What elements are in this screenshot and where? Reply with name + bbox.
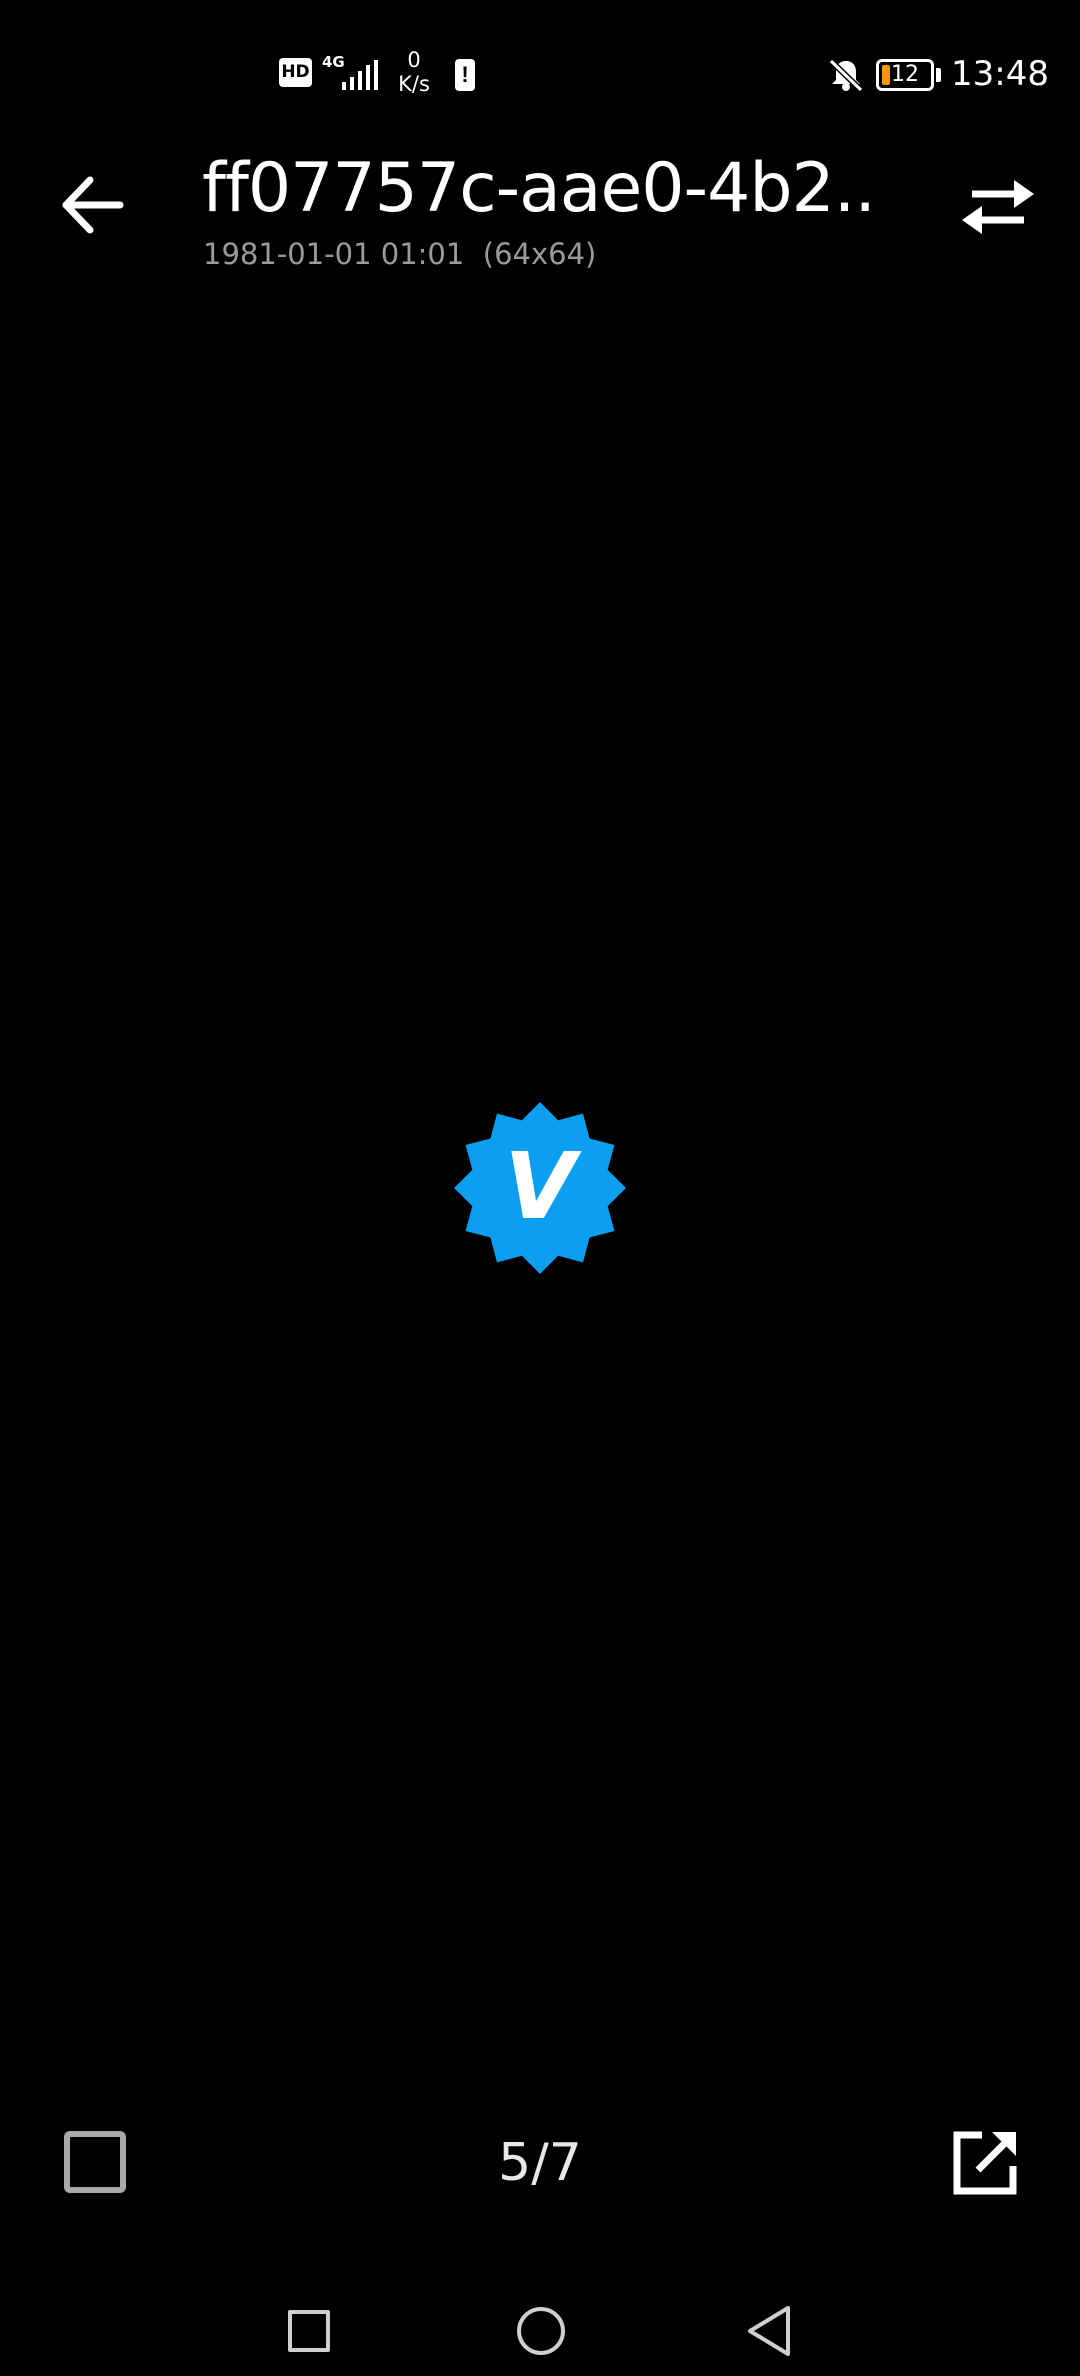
file-title: ff07757c-aae0-4b2... [202,149,882,228]
battery-tip [936,68,941,82]
hd-icon: HD [279,58,312,87]
image-counter: 5/7 [498,2133,582,2193]
speed-unit: K/s [398,72,430,96]
battery-level: 12 [891,62,919,87]
badge-letter: V [504,1133,582,1240]
open-external-icon[interactable] [952,2130,1018,2196]
recents-icon[interactable] [288,2310,330,2352]
status-bar: HD 4G 0 K/s ! 12 13:48 [0,0,1080,150]
checkbox-icon[interactable] [64,2131,126,2193]
speed-value: 0 [407,48,421,72]
verified-badge-image: V [454,1102,626,1274]
file-info: 1981-01-01 01:01 (64x64) [203,237,597,271]
image-viewer-screen: HD 4G 0 K/s ! 12 13:48 ff07757c-aae0-4b2… [0,0,1080,2376]
signal-bars-icon [342,60,378,90]
home-icon[interactable] [517,2307,565,2355]
battery-fill [882,65,890,85]
clock: 13:48 [951,54,1049,94]
network-speed: 0 K/s [391,48,437,96]
bell-off-icon [828,58,864,92]
swap-icon[interactable] [958,172,1038,242]
system-nav-bar [0,2260,1080,2376]
battery-icon: 12 [876,59,934,91]
arrow-left-icon[interactable] [58,170,128,240]
alert-icon: ! [455,59,475,91]
back-icon[interactable] [744,2304,794,2358]
image-canvas[interactable]: V [0,300,1080,2080]
